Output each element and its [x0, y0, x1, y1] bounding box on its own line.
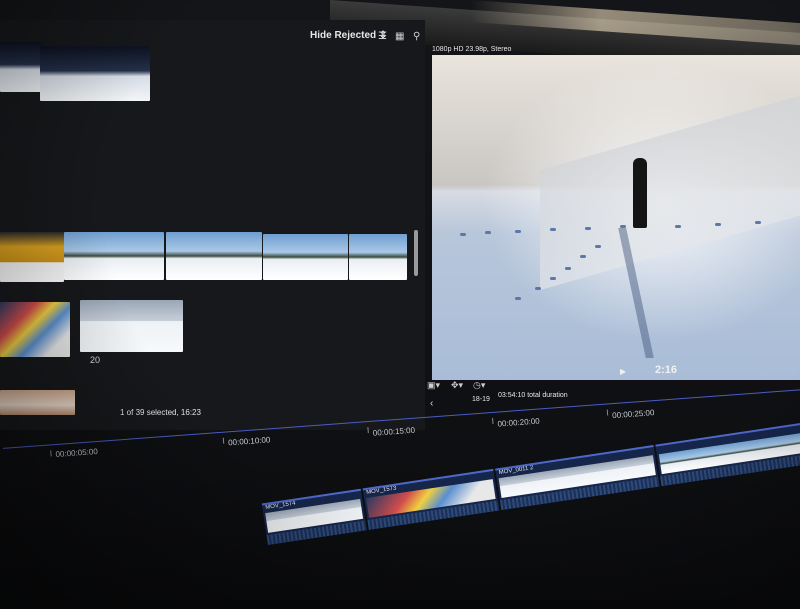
ruler-tick — [50, 450, 52, 457]
browser-clip[interactable] — [166, 232, 262, 280]
viewer-clip-name: 18-19 — [660, 70, 678, 77]
browser-scrollbar[interactable] — [414, 230, 418, 276]
ruler-tick — [606, 409, 609, 416]
timeline-clip[interactable] — [655, 422, 800, 487]
list-view-icon[interactable]: ☰ — [378, 31, 387, 42]
browser-clip[interactable] — [263, 234, 348, 280]
filmstrip-icon[interactable]: ▦ — [395, 31, 404, 42]
ruler-timecode: 00:00:15:00 — [372, 425, 416, 438]
browser-toolbar: Hide Rejected ⇕ ☰ ▦ ⚲ — [300, 26, 430, 46]
ruler-tick — [492, 417, 494, 424]
timeline-clip[interactable]: MOV_1574 — [261, 488, 367, 546]
ruler-timecode: 00:00:05:00 — [55, 446, 99, 460]
screen: Hide Rejected ⇕ ☰ ▦ ⚲ 20 1 of 39 selecte… — [0, 0, 800, 600]
viewer-person-silhouette — [633, 158, 647, 228]
browser-clip[interactable] — [64, 232, 164, 280]
timeline-clip[interactable]: MOV_0011 2 — [495, 444, 660, 511]
ruler-timecode: 00:00:25:00 — [611, 408, 655, 421]
browser-clip[interactable] — [0, 232, 64, 282]
filter-label: Hide Rejected — [310, 30, 377, 41]
ruler-timecode: 00:00:10:00 — [227, 435, 271, 448]
browser-clip[interactable] — [40, 46, 150, 101]
event-browser: Hide Rejected ⇕ ☰ ▦ ⚲ 20 1 of 39 selecte… — [0, 20, 425, 430]
ruler-tick — [367, 427, 369, 434]
browser-clip[interactable] — [80, 300, 183, 352]
clip-caption: 20 — [90, 355, 101, 365]
browser-clip[interactable] — [349, 234, 407, 280]
browser-clip[interactable] — [0, 302, 70, 357]
search-icon[interactable]: ⚲ — [413, 31, 420, 42]
browser-clip[interactable] — [0, 42, 42, 92]
timeline-clip[interactable]: MOV_1573 — [362, 468, 500, 530]
viewer-format-info: 1080p HD 23.98p, Stereo — [432, 46, 512, 53]
hide-rejected-filter[interactable]: Hide Rejected ⇕ — [310, 30, 387, 41]
ruler-timecode: 00:00:20:00 — [497, 416, 540, 429]
ruler-tick — [222, 437, 225, 444]
